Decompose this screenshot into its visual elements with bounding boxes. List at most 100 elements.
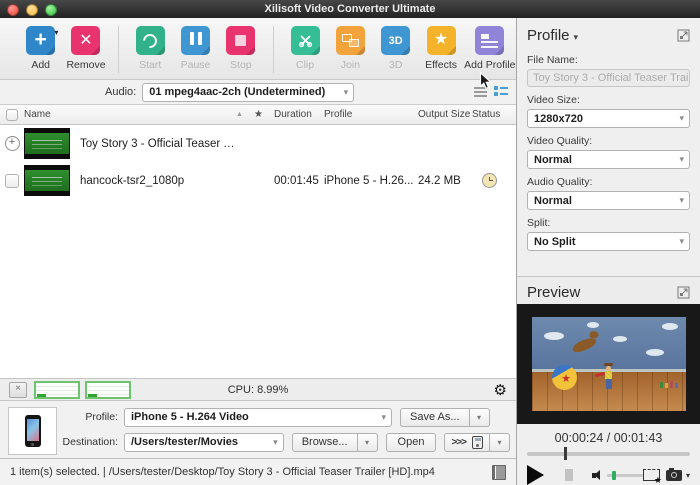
audio-quality-label: Audio Quality: <box>527 176 690 188</box>
seek-slider-handle[interactable] <box>564 447 567 460</box>
audio-quality-select[interactable]: Normal <box>527 191 690 210</box>
add-dropdown-caret-icon[interactable]: ▾ <box>54 28 58 37</box>
add-file-icon: + <box>26 26 55 55</box>
preview-panel-header: Preview <box>517 276 700 304</box>
output-profile-select[interactable]: iPhone 5 - H.264 Video <box>124 408 392 427</box>
column-header-output-size[interactable]: Output Size <box>418 109 472 120</box>
open-button[interactable]: Open <box>386 433 437 452</box>
browse-button[interactable]: Browse... <box>292 433 358 452</box>
snapshot-dropdown-caret[interactable]: ▾ <box>686 471 690 480</box>
app-window: Xilisoft Video Converter Ultimate + ▾ Ad… <box>0 0 700 485</box>
clip-scissors-icon <box>291 26 320 55</box>
join-icon <box>336 26 365 55</box>
expand-profile-panel-icon[interactable] <box>677 29 690 42</box>
add-profile-button[interactable]: Add Profile <box>464 26 516 71</box>
snapshot-camera-icon[interactable] <box>666 470 682 481</box>
clip-button: Clip <box>282 26 327 71</box>
profile-label: Profile: <box>62 411 118 423</box>
select-all-checkbox[interactable] <box>6 109 18 121</box>
browse-dropdown-caret[interactable] <box>358 433 378 452</box>
settings-gear-icon[interactable]: ⚙ <box>494 381 507 399</box>
column-header-duration[interactable]: Duration <box>274 109 324 120</box>
row-checkbox[interactable] <box>5 174 19 188</box>
device-preview-box <box>8 407 57 455</box>
expand-row-icon[interactable] <box>5 136 20 151</box>
pause-icon <box>181 26 210 55</box>
audio-label: Audio: <box>105 86 136 98</box>
file-name: hancock-tsr2_1080p <box>80 175 184 187</box>
expand-preview-panel-icon[interactable] <box>677 286 690 299</box>
destination-label: Destination: <box>62 436 118 448</box>
column-header-name[interactable]: Name <box>24 109 236 120</box>
video-thumbnail <box>24 165 70 196</box>
add-button[interactable]: + ▾ Add <box>18 26 63 71</box>
small-toys <box>660 381 678 388</box>
stop-playback-button[interactable] <box>565 469 573 481</box>
detail-view-toggle-icon[interactable] <box>494 86 508 98</box>
seek-slider[interactable] <box>527 452 690 456</box>
toolbar-separator <box>273 26 274 73</box>
video-quality-select[interactable]: Normal <box>527 150 690 169</box>
column-header-status[interactable]: Status <box>472 109 516 120</box>
join-button: Join <box>328 26 373 71</box>
destination-select[interactable]: /Users/tester/Movies <box>124 433 284 452</box>
video-size-label: Video Size: <box>527 94 690 106</box>
column-header-profile[interactable]: Profile <box>324 109 418 120</box>
ipod-device-icon <box>472 436 483 449</box>
profile-title-caret-icon[interactable]: ▾ <box>574 32 579 43</box>
volume-speaker-icon[interactable] <box>592 469 600 481</box>
apply-to-output-icon[interactable] <box>643 469 660 481</box>
right-sidebar: Profile ▾ File Name: Toy Story 3 - Offic… <box>516 18 700 485</box>
cpu-graph-core1 <box>34 381 80 399</box>
status-bar: 1 item(s) selected. | /Users/tester/Desk… <box>0 458 516 485</box>
file-row-hancock[interactable]: hancock-tsr2_1080p 00:01:45 iPhone 5 - H… <box>0 162 516 199</box>
bullseye-character <box>571 335 598 354</box>
start-button: Start <box>128 26 173 71</box>
stop-button: Stop <box>218 26 263 71</box>
remove-file-icon: ✕ <box>71 26 100 55</box>
audio-stream-bar: Audio: 01 mpeg4aac-2ch (Undetermined) <box>0 80 516 105</box>
preview-video-frame <box>532 317 686 411</box>
playback-time: 00:00:24 / 00:01:43 <box>517 431 700 445</box>
remove-button[interactable]: ✕ Remove <box>63 26 108 71</box>
play-button[interactable] <box>527 465 544 485</box>
preview-screen <box>517 304 700 424</box>
video-thumbnail <box>24 128 70 159</box>
start-convert-icon <box>136 26 165 55</box>
close-cpu-bar-button[interactable]: × <box>9 382 27 398</box>
woody-character <box>604 363 613 389</box>
sort-ascending-icon[interactable]: ▲ <box>236 111 254 118</box>
effects-button[interactable]: ★ Effects <box>418 26 463 71</box>
add-profile-icon <box>475 26 504 55</box>
cpu-usage-bar: CPU: 8.99% × ⚙ <box>0 378 516 401</box>
log-book-icon[interactable] <box>492 465 506 480</box>
playback-controls: ▾ <box>517 465 700 485</box>
minimize-window-button[interactable] <box>26 4 38 16</box>
favorite-column-icon[interactable]: ★ <box>254 109 274 120</box>
video-quality-label: Video Quality: <box>527 135 690 147</box>
audio-stream-select[interactable]: 01 mpeg4aac-2ch (Undetermined) <box>142 83 354 102</box>
split-select[interactable]: No Split <box>527 232 690 251</box>
zoom-window-button[interactable] <box>45 4 57 16</box>
status-waiting-clock-icon <box>482 173 497 188</box>
file-name: Toy Story 3 - Official Teaser Traile... <box>80 138 236 150</box>
volume-slider[interactable] <box>607 474 643 477</box>
transfer-dropdown-caret[interactable] <box>490 433 510 452</box>
save-as-dropdown-caret[interactable] <box>470 408 490 427</box>
transfer-to-device-button[interactable]: >>> <box>444 433 490 452</box>
volume-slider-handle[interactable] <box>612 471 616 480</box>
split-label: Split: <box>527 217 690 229</box>
toolbar: + ▾ Add ✕ Remove Start Pause <box>0 18 516 80</box>
3d-button: 3D 3D <box>373 26 418 71</box>
video-size-select[interactable]: 1280x720 <box>527 109 690 128</box>
save-as-button[interactable]: Save As... <box>400 408 470 427</box>
stop-icon <box>226 26 255 55</box>
close-window-button[interactable] <box>7 4 19 16</box>
titlebar: Xilisoft Video Converter Ultimate <box>0 0 700 18</box>
file-row-toy-story[interactable]: Toy Story 3 - Official Teaser Traile... <box>0 125 516 162</box>
cpu-graph-core2 <box>85 381 131 399</box>
mouse-cursor <box>479 72 492 96</box>
save-as-split-button: Save As... <box>400 408 490 427</box>
effects-wand-icon: ★ <box>427 26 456 55</box>
pause-button: Pause <box>173 26 218 71</box>
